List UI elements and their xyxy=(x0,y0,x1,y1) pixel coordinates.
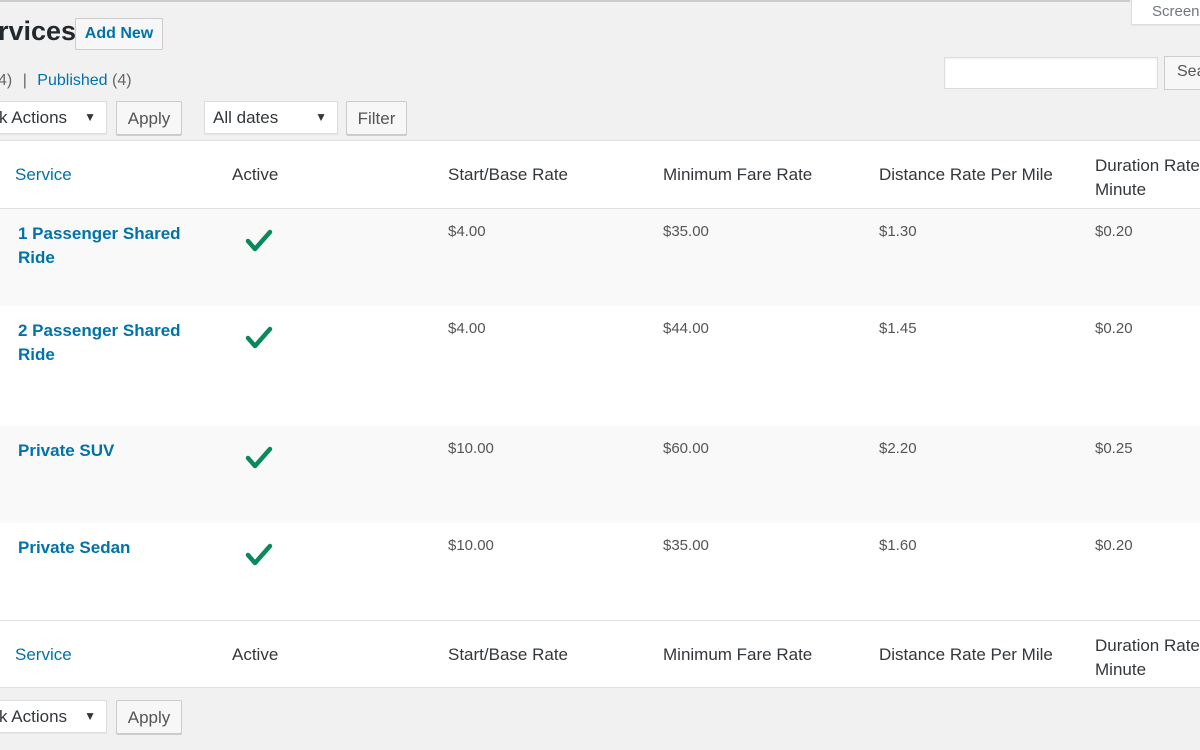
dates-value: All dates xyxy=(213,108,279,127)
distance-rate: $1.30 xyxy=(879,223,917,240)
checkmark-icon xyxy=(245,229,273,252)
minimum-fare: $44.00 xyxy=(663,320,709,337)
column-minimum-fare: Minimum Fare Rate xyxy=(663,645,813,664)
service-link[interactable]: 1 Passenger Shared Ride xyxy=(18,222,213,270)
distance-rate: $1.60 xyxy=(879,537,917,554)
table-row: 1 Passenger Shared Ride $4.00 $35.00 $1.… xyxy=(0,209,1200,306)
duration-rate: $0.20 xyxy=(1095,537,1133,554)
service-link[interactable]: 2 Passenger Shared Ride xyxy=(18,319,213,367)
duration-rate: $0.20 xyxy=(1095,320,1133,337)
duration-rate: $0.20 xyxy=(1095,223,1133,240)
service-link[interactable]: Private Sedan xyxy=(18,536,213,560)
bulk-actions-value: k Actions xyxy=(0,108,68,127)
column-service[interactable]: Service xyxy=(15,165,72,185)
column-distance-rate: Distance Rate Per Mile xyxy=(879,165,1053,184)
separator: | xyxy=(22,72,27,89)
table-row: Private SUV $10.00 $60.00 $2.20 $0.25 xyxy=(0,426,1200,523)
checkmark-icon xyxy=(245,446,273,469)
table-row: 2 Passenger Shared Ride $4.00 $44.00 $1.… xyxy=(0,306,1200,426)
filter-button[interactable]: Filter xyxy=(346,101,407,135)
add-new-button[interactable]: Add New xyxy=(75,18,163,50)
checkmark-icon xyxy=(245,326,273,349)
dropdown-arrow-icon: ▼ xyxy=(84,709,96,723)
table-header: Service Active Start/Base Rate Minimum F… xyxy=(0,141,1200,209)
bulk-actions-select-bottom[interactable]: k Actions ▼ xyxy=(0,700,107,733)
column-start-rate: Start/Base Rate xyxy=(448,645,569,664)
start-rate: $10.00 xyxy=(448,440,494,457)
published-link[interactable]: Published xyxy=(37,72,107,89)
start-rate: $4.00 xyxy=(448,320,486,337)
table-row: Private Sedan $10.00 $35.00 $1.60 $0.20 xyxy=(0,523,1200,621)
minimum-fare: $35.00 xyxy=(663,223,709,240)
start-rate: $10.00 xyxy=(448,537,494,554)
column-duration-rate: Duration Rate Minute xyxy=(1095,156,1200,199)
dropdown-arrow-icon: ▼ xyxy=(315,110,327,124)
minimum-fare: $60.00 xyxy=(663,440,709,457)
column-start-rate: Start/Base Rate xyxy=(448,165,569,184)
start-rate: $4.00 xyxy=(448,223,486,240)
dropdown-arrow-icon: ▼ xyxy=(84,110,96,124)
bulk-actions-select[interactable]: k Actions ▼ xyxy=(0,101,107,134)
column-duration-rate: Duration Rate Minute xyxy=(1095,636,1200,679)
column-active: Active xyxy=(232,645,279,664)
table-footer: Service Active Start/Base Rate Minimum F… xyxy=(0,620,1200,688)
apply-button[interactable]: Apply xyxy=(116,101,182,135)
search-input[interactable] xyxy=(944,57,1158,89)
status-filter-links: 4) | Published (4) xyxy=(0,72,132,90)
duration-rate: $0.25 xyxy=(1095,440,1133,457)
page-title: rvices xyxy=(0,16,77,46)
published-count: (4) xyxy=(112,72,132,89)
service-link[interactable]: Private SUV xyxy=(18,439,213,463)
minimum-fare: $35.00 xyxy=(663,537,709,554)
column-active: Active xyxy=(232,165,279,184)
search-button[interactable]: Sea xyxy=(1164,56,1200,90)
checkmark-icon xyxy=(245,543,273,566)
services-table: Service Active Start/Base Rate Minimum F… xyxy=(0,140,1200,688)
all-count[interactable]: 4) xyxy=(0,72,12,89)
column-minimum-fare: Minimum Fare Rate xyxy=(663,165,813,184)
bulk-actions-value: k Actions xyxy=(0,707,68,726)
screen-options-button[interactable]: Screen xyxy=(1131,0,1200,25)
dates-select[interactable]: All dates ▼ xyxy=(204,101,338,134)
apply-button-bottom[interactable]: Apply xyxy=(116,700,182,734)
column-distance-rate: Distance Rate Per Mile xyxy=(879,645,1053,664)
column-service[interactable]: Service xyxy=(15,645,72,665)
admin-bar-edge xyxy=(0,0,1130,2)
distance-rate: $1.45 xyxy=(879,320,917,337)
distance-rate: $2.20 xyxy=(879,440,917,457)
